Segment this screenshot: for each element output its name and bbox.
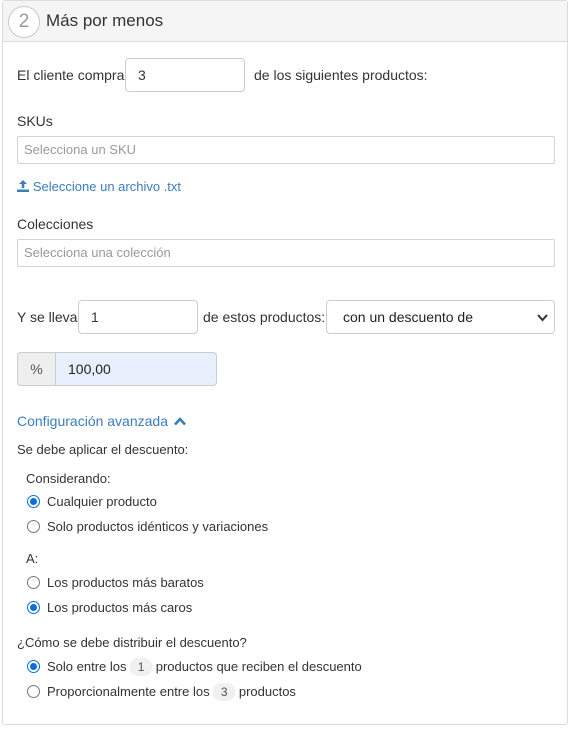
apply-heading: Se debe aplicar el descuento: [17, 442, 189, 457]
discount-type-select[interactable]: con un descuento de [326, 300, 555, 334]
distribution-option-2-prefix: Proporcionalmente entre los [47, 684, 210, 699]
chevron-up-icon [173, 417, 186, 426]
radio-distribute-proportional[interactable] [27, 685, 40, 698]
considering-label: Considerando: [26, 471, 111, 486]
step-badge: 2 [8, 6, 40, 38]
get-prefix-label: Y se lleva [17, 309, 78, 325]
radio-cheapest[interactable] [27, 576, 40, 589]
distribution-option-1-prefix: Solo entre los [47, 659, 127, 674]
discount-unit-addon: % [17, 352, 55, 386]
radio-any-product-label[interactable]: Cualquier producto [47, 494, 157, 509]
radio-distribute-receivers-label[interactable]: Solo entre los 1 productos que reciben e… [47, 658, 362, 676]
radio-identical-products[interactable] [27, 520, 40, 533]
panel-title: Más por menos [46, 11, 164, 30]
discount-value-input[interactable]: 100,00 [55, 352, 217, 386]
discount-type-value: con un descuento de [343, 309, 473, 325]
buy-prefix-label: El cliente compra [17, 67, 125, 83]
upload-txt-link[interactable]: Seleccione un archivo .txt [17, 178, 181, 194]
chevron-down-icon [537, 314, 548, 322]
advanced-config-toggle[interactable]: Configuración avanzada [17, 413, 186, 429]
collections-label: Colecciones [17, 216, 94, 232]
buy-quantity-input[interactable]: 3 [125, 58, 245, 92]
collection-select-input[interactable]: Selecciona una colección [17, 239, 555, 267]
receivers-count-badge: 1 [130, 658, 153, 676]
upload-txt-link-label: Seleccione un archivo .txt [32, 179, 182, 194]
radio-most-expensive-label[interactable]: Los productos más caros [47, 600, 192, 615]
panel-header: 2 Más por menos [3, 1, 567, 42]
buy-suffix-label: de los siguientes productos: [254, 67, 428, 83]
get-quantity-input[interactable]: 1 [78, 300, 198, 334]
distribution-option-2-suffix: productos [238, 684, 296, 699]
skus-label: SKUs [17, 113, 53, 129]
advanced-config-label: Configuración avanzada [17, 413, 168, 429]
distribution-question: ¿Cómo se debe distribuir el descuento? [17, 635, 247, 650]
radio-identical-products-label[interactable]: Solo productos idénticos y variaciones [47, 519, 268, 534]
radio-distribute-receivers[interactable] [27, 660, 40, 673]
upload-icon [17, 180, 29, 192]
target-label: A: [26, 551, 39, 566]
radio-any-product[interactable] [27, 495, 40, 508]
sku-select-input[interactable]: Selecciona un SKU [17, 136, 555, 164]
products-count-badge: 3 [213, 683, 236, 701]
radio-distribute-proportional-label[interactable]: Proporcionalmente entre los 3 productos [47, 683, 296, 701]
radio-cheapest-label[interactable]: Los productos más baratos [47, 575, 204, 590]
get-suffix-label: de estos productos: [203, 309, 326, 325]
radio-most-expensive[interactable] [27, 601, 40, 614]
distribution-option-1-suffix: productos que reciben el descuento [155, 659, 362, 674]
